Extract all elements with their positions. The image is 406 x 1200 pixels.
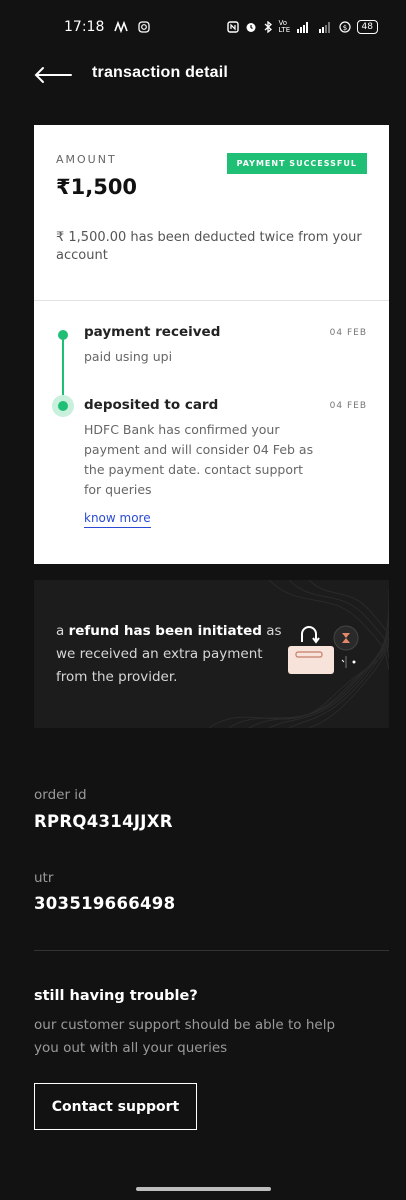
instagram-icon <box>138 21 151 33</box>
home-indicator[interactable] <box>136 1187 271 1191</box>
battery-indicator: 48 <box>356 20 378 34</box>
bluetooth-icon <box>263 21 273 33</box>
step-date: 04 FEB <box>329 328 367 338</box>
nfc-icon <box>226 21 239 33</box>
deduct-message: ₹ 1,500.00 has been deducted twice from … <box>56 230 362 263</box>
arrow-left-icon[interactable] <box>34 66 72 88</box>
step-title: payment received <box>84 324 221 340</box>
data-saver-icon <box>114 21 129 33</box>
status-bar: 17:18 Vo LTE $ 48 <box>0 0 406 54</box>
amount-label: AMOUNT <box>56 153 117 166</box>
signal-icon <box>318 21 333 33</box>
step-subtitle: paid using upi <box>84 349 173 364</box>
page-title: transaction detail <box>92 64 229 81</box>
sync-icon: $ <box>338 21 351 33</box>
contact-support-button[interactable]: Contact support <box>34 1083 197 1130</box>
refund-banner: a refund has been initiated as we receiv… <box>34 580 389 728</box>
utr-value: 303519666498 <box>34 894 176 913</box>
status-badge: PAYMENT SUCCESSFUL <box>226 153 367 174</box>
know-more-link[interactable]: know more <box>84 511 151 528</box>
step-title: deposited to card <box>84 397 219 413</box>
order-id-value: RPRQ4314JJXR <box>34 812 173 831</box>
step-date: 04 FEB <box>329 401 367 411</box>
amount-value: ₹1,500 <box>56 175 138 199</box>
timeline-dot-active <box>52 395 74 417</box>
divider <box>34 300 389 301</box>
refund-card-icon <box>288 625 359 674</box>
transaction-card: AMOUNT ₹1,500 PAYMENT SUCCESSFUL ₹ 1,500… <box>34 125 389 564</box>
order-id-label: order id <box>34 787 87 803</box>
alarm-icon <box>245 21 257 33</box>
divider <box>34 950 389 951</box>
timeline-dot <box>58 330 68 340</box>
utr-label: utr <box>34 870 54 886</box>
support-title: still having trouble? <box>34 988 198 1004</box>
signal-4g-icon <box>296 21 313 33</box>
support-message: our customer support should be able to h… <box>34 1017 336 1056</box>
app-header: transaction detail <box>0 54 406 96</box>
svg-text:$: $ <box>342 24 346 32</box>
status-time: 17:18 <box>64 19 105 35</box>
volte-icon: Vo LTE <box>278 19 291 34</box>
refund-message: a refund has been initiated as we receiv… <box>56 623 282 685</box>
step-subtitle: HDFC Bank has confirmed your payment and… <box>84 422 314 497</box>
